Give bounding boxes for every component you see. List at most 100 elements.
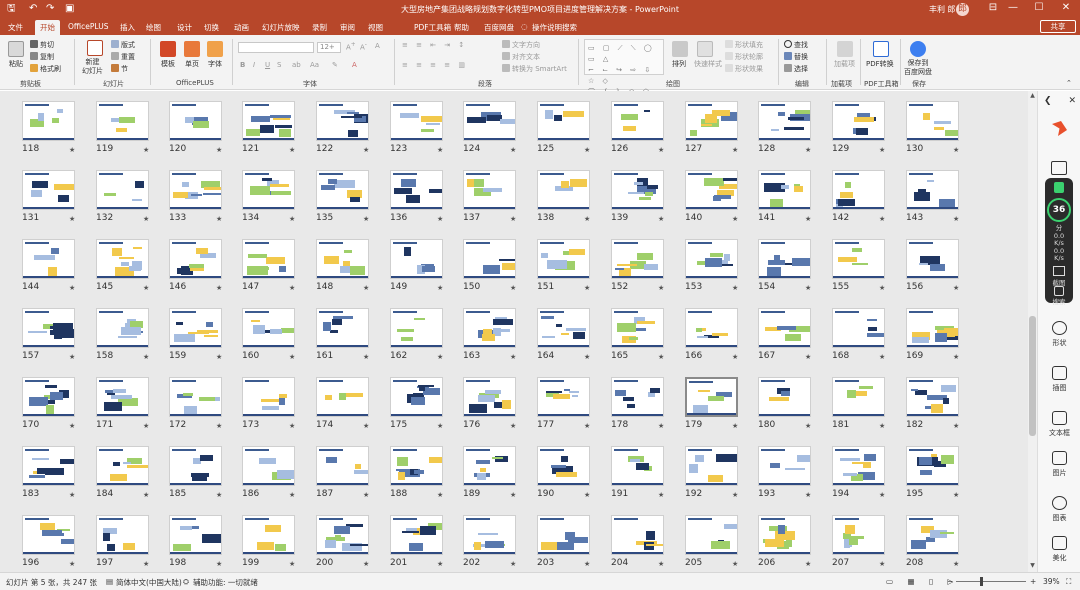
slide-thumbnail[interactable] [390,515,443,555]
single-page-button[interactable]: 单页 [185,59,199,69]
slide-thumbnail[interactable] [685,377,738,417]
slide-thumbnail[interactable] [463,377,516,417]
underline-button[interactable]: U [265,61,270,69]
slide-thumbnail[interactable] [537,308,590,348]
slide-thumbnail[interactable] [242,170,295,210]
slide-thumbnail[interactable] [685,101,738,141]
section-button[interactable]: 节 [111,64,128,74]
italic-button[interactable]: I [253,61,255,69]
slide-thumbnail[interactable] [758,377,811,417]
align-buttons-icon[interactable]: ≡ ≡ ≡ ≡ ▥ [402,61,468,69]
slide-thumbnail[interactable] [22,446,75,486]
arrange-button[interactable]: 排列 [672,59,686,69]
slide-thumbnail[interactable] [390,170,443,210]
side-panel-label[interactable]: 美化 [1038,553,1080,563]
slide-thumbnail[interactable] [22,170,75,210]
save-to-netdisk-button[interactable]: 保存到 百度网盘 [904,59,932,77]
pdf-icon[interactable] [873,41,889,57]
slide-thumbnail[interactable] [537,377,590,417]
slide-thumbnail[interactable] [537,170,590,210]
slide-thumbnail[interactable] [758,239,811,279]
tab-6[interactable]: 切换 [204,22,219,33]
slide-thumbnail[interactable] [832,239,885,279]
tab-12[interactable]: PDF工具箱 [414,22,451,33]
picture-icon[interactable] [1052,451,1067,465]
reset-button[interactable]: 重置 [111,52,135,62]
slide-thumbnail[interactable] [390,446,443,486]
slide-thumbnail[interactable] [96,446,149,486]
collapse-ribbon-icon[interactable]: ⌃ [1066,79,1072,87]
quick-styles-icon[interactable] [697,41,713,57]
slide-thumbnail[interactable] [463,239,516,279]
slide-thumbnail[interactable] [169,515,222,555]
tab-13[interactable]: 帮助 [454,22,469,33]
tab-8[interactable]: 幻灯片放映 [262,22,300,33]
tab-4[interactable]: 绘图 [146,22,161,33]
tab-15[interactable]: ◌ 操作说明搜索 [521,22,577,33]
slide-thumbnail[interactable] [463,101,516,141]
slide-thumbnail[interactable] [906,170,959,210]
layout-button[interactable]: 版式 [111,40,135,50]
paste-button[interactable]: 粘贴 [9,59,23,69]
tab-11[interactable]: 视图 [368,22,383,33]
slide-thumbnail[interactable] [316,446,369,486]
slide-thumbnail[interactable] [316,377,369,417]
slide-thumbnail[interactable] [242,101,295,141]
tab-0[interactable]: 文件 [8,22,23,33]
slide-thumbnail[interactable] [96,239,149,279]
maximize-button[interactable]: ☐ [1029,2,1049,13]
slide-thumbnail[interactable] [22,377,75,417]
chart-icon[interactable] [1052,496,1067,510]
slide-thumbnail[interactable] [611,101,664,141]
slide-thumbnail[interactable] [169,308,222,348]
slide-thumbnail[interactable] [832,377,885,417]
slide-thumbnail[interactable] [611,308,664,348]
panel-close-icon[interactable]: ✕ [1038,96,1080,106]
shapes-gallery[interactable]: ▭ ▢ ⟋ ⟍ ◯ ▭ △⌐ ⌙ ↪ ⇨ ⇩ ☆ ◇⌒ { } ◠ ⬠ ⬡ ✦ [584,39,664,107]
slide-thumbnail[interactable] [22,239,75,279]
slide-thumbnail[interactable] [611,239,664,279]
slide-thumbnail[interactable] [758,515,811,555]
zoom-level[interactable]: 39% [1043,577,1060,586]
screenshot-icon[interactable] [1053,266,1065,276]
slide-thumbnail[interactable] [758,308,811,348]
strikethrough-button[interactable]: S [277,61,281,69]
text-highlight-icon[interactable]: ✎ [332,61,338,69]
search-label[interactable]: 搜索 [1045,296,1073,306]
slide-thumbnail[interactable] [169,377,222,417]
tab-2[interactable]: OfficePLUS [68,22,108,31]
slide-thumbnail[interactable] [758,170,811,210]
slide-thumbnail[interactable] [832,446,885,486]
change-case-icon[interactable]: Aa [310,61,319,69]
slide-thumbnail[interactable] [96,101,149,141]
increase-font-icon[interactable]: A+ [346,42,356,51]
slide-thumbnail[interactable] [685,446,738,486]
slide-thumbnail[interactable] [685,239,738,279]
addins-icon[interactable] [837,41,853,57]
align-text-button[interactable]: 对齐文本 [502,52,540,62]
zoom-out-button[interactable]: − [947,577,953,586]
slide-thumbnail[interactable] [537,239,590,279]
zoom-in-button[interactable]: + [1030,577,1036,586]
side-panel-label[interactable]: 图片 [1038,468,1080,478]
slide-thumbnail[interactable] [316,308,369,348]
baidu-netdisk-icon[interactable] [910,41,926,57]
slide-thumbnail[interactable] [242,239,295,279]
font-size-select[interactable]: 12+ [317,42,341,53]
template-icon[interactable] [160,41,176,57]
font-family-select[interactable] [238,42,314,53]
clear-format-icon[interactable]: A [375,42,380,50]
slide-thumbnail[interactable] [316,239,369,279]
tab-3[interactable]: 插入 [120,22,135,33]
shape-fill-button[interactable]: 形状填充 [725,40,763,50]
text-direction-button[interactable]: 文字方向 [502,40,540,50]
slide-thumbnail[interactable] [390,101,443,141]
shapes-icon[interactable] [1052,321,1067,335]
zoom-slider[interactable] [956,577,1026,586]
slide-thumbnail[interactable] [169,446,222,486]
addins-button[interactable]: 加载项 [834,59,855,69]
slide-thumbnail[interactable] [611,377,664,417]
slide-thumbnail[interactable] [169,170,222,210]
slide-thumbnail[interactable] [537,446,590,486]
slide-thumbnail[interactable] [316,170,369,210]
